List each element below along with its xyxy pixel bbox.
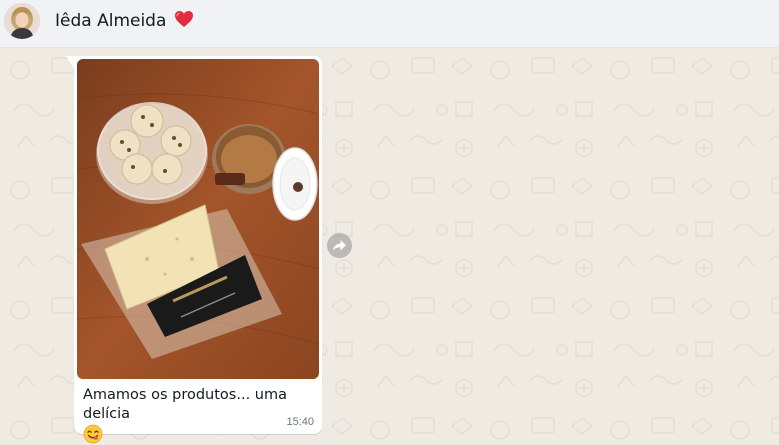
incoming-image-message[interactable]: Amamos os produtos... uma delícia 15:40 [66,56,322,444]
chat-panel[interactable]: Amamos os produtos... uma delícia 15:40 [0,48,779,445]
forward-button[interactable] [327,233,352,258]
contact-name[interactable]: Iêda Almeida [55,10,194,31]
chat-header[interactable]: Iêda Almeida [0,0,779,48]
yum-face-emoji [83,424,103,444]
red-heart-icon [174,11,193,27]
caption-text: Amamos os produtos... uma delícia [83,387,287,422]
contact-name-text: Iêda Almeida [55,11,167,31]
contact-avatar[interactable] [4,3,40,39]
shared-photo[interactable] [77,59,319,379]
bubble-tail [66,56,74,69]
message-caption: Amamos os produtos... uma delícia [83,386,313,445]
forward-arrow-icon [333,240,346,251]
message-timestamp: 15:40 [286,416,314,428]
